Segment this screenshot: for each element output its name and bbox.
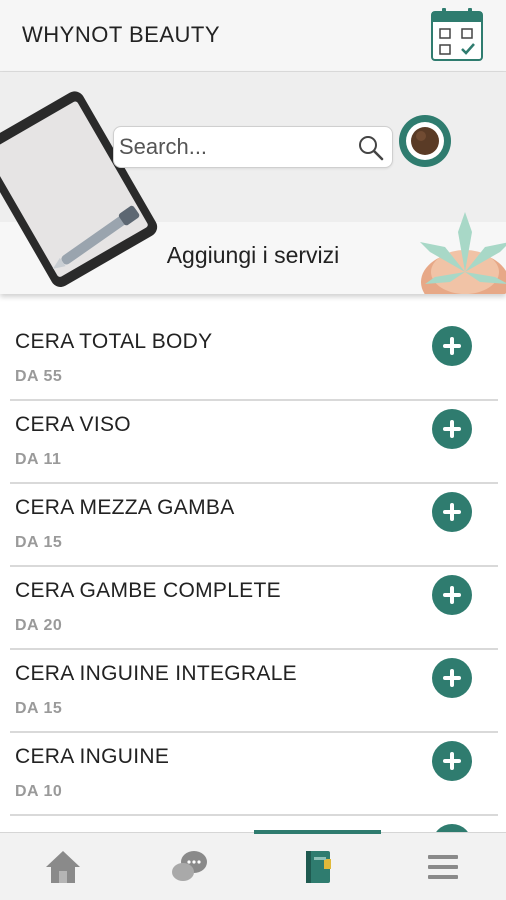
list-item: CERA GAMBE COMPLETE DA 20	[10, 567, 498, 650]
service-name: CERA MEZZA GAMBA	[15, 496, 235, 519]
service-price: DA 20	[15, 617, 63, 634]
list-item: CERA INGUINE DA 10	[10, 733, 498, 816]
calendar-check-icon	[431, 8, 483, 61]
list-item: CERA MEZZA GAMBA DA 15	[10, 484, 498, 567]
calendar-button[interactable]	[428, 6, 486, 64]
service-price: DA 15	[15, 534, 63, 551]
home-icon	[46, 851, 80, 883]
list-item: CERA TOTAL BODY DA 55	[10, 318, 498, 401]
bottom-tab-bar	[0, 830, 506, 900]
service-price: DA 11	[15, 451, 62, 468]
coffee-cup-icon[interactable]	[398, 114, 452, 168]
service-price: DA 15	[15, 700, 63, 717]
list-item: CERA INGUINE INTEGRALE DA 15	[10, 650, 498, 733]
page-subtitle: Aggiungi i servizi	[166, 242, 340, 268]
hero-banner: Search... Aggiungi i servizi	[0, 72, 506, 294]
notebook-icon	[306, 851, 331, 883]
app-title: WHYNOT BEAUTY	[22, 22, 221, 47]
chat-bubbles-icon	[172, 851, 207, 881]
service-name: CERA VISO	[15, 413, 131, 436]
add-service-button[interactable]	[432, 741, 472, 781]
service-price: DA 10	[15, 783, 63, 800]
add-service-button[interactable]	[432, 409, 472, 449]
tab-chat[interactable]	[126, 833, 252, 900]
services-list: CERA TOTAL BODY DA 55 CERA VISO DA 11 CE…	[0, 318, 506, 816]
tab-services[interactable]	[254, 833, 380, 900]
add-service-button[interactable]	[432, 658, 472, 698]
service-name: CERA TOTAL BODY	[15, 330, 213, 353]
service-price: DA 55	[15, 368, 63, 385]
tab-home[interactable]	[0, 833, 126, 900]
search-input[interactable]: Search...	[113, 126, 393, 168]
list-item: CERA VISO DA 11	[10, 401, 498, 484]
add-service-button[interactable]	[432, 326, 472, 366]
app-header: WHYNOT BEAUTY	[0, 0, 506, 72]
menu-icon	[428, 855, 458, 879]
service-name: CERA INGUINE	[15, 745, 170, 768]
add-service-button[interactable]	[432, 575, 472, 615]
search-icon[interactable]	[358, 135, 384, 161]
search-placeholder: Search...	[119, 134, 208, 159]
service-name: CERA INGUINE INTEGRALE	[15, 662, 297, 685]
tab-menu[interactable]	[380, 833, 506, 900]
add-service-button[interactable]	[432, 492, 472, 532]
service-name: CERA GAMBE COMPLETE	[15, 579, 281, 602]
